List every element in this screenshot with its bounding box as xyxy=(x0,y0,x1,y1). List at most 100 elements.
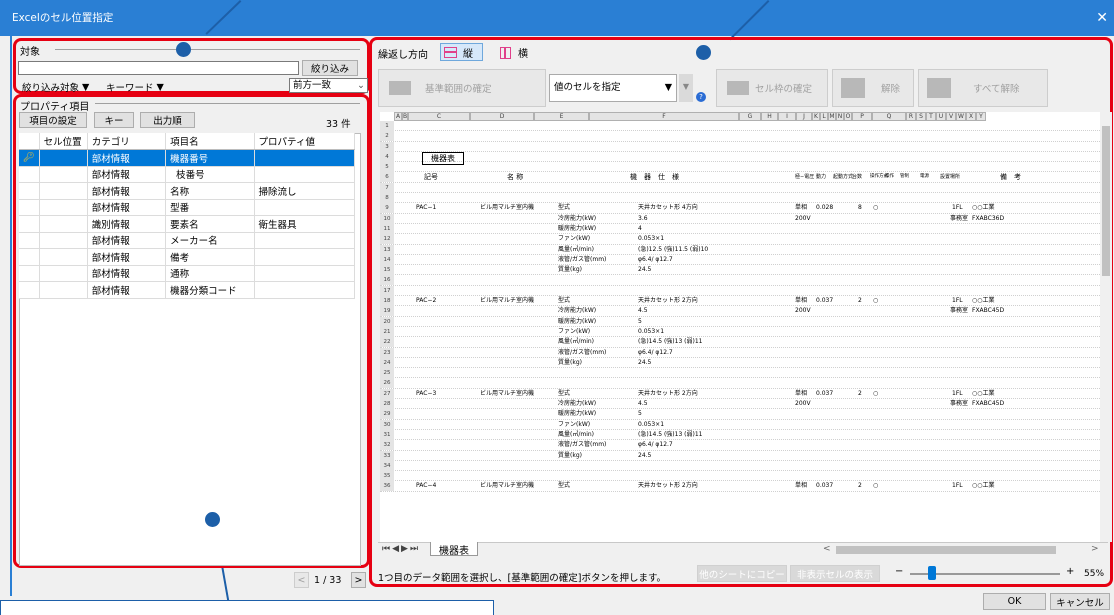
horizontal-toggle[interactable]: 横 xyxy=(500,45,528,60)
zoom-in-icon[interactable]: + xyxy=(1066,566,1074,577)
table-row[interactable]: 部材情報 型番 xyxy=(19,199,356,216)
sheet-cell: ファン(kW) xyxy=(558,235,591,243)
sheet-cell: 天井カセット形 4方向 xyxy=(638,204,698,212)
filter-target-dropdown[interactable]: 絞り込み対象 ▼ xyxy=(22,80,89,95)
sheet-cell: 2 xyxy=(858,389,862,397)
sheet-cell: 事務室 xyxy=(950,400,969,408)
sheet-cell: 天井カセット形 2方向 xyxy=(638,482,698,490)
prev-page-button[interactable]: < xyxy=(294,572,309,588)
sheet-row: 6 記号名 称機 器 仕 様極−電圧 動力 起動方式 台数 操作方式 操作 管制 電源 設置場所備… xyxy=(380,172,1100,183)
sheet-tab[interactable]: 機器表 xyxy=(430,542,478,557)
ok-button[interactable]: OK xyxy=(983,593,1046,610)
sheet-row: 21 ファン(kW) 0.053×1 xyxy=(380,326,1100,338)
target-input[interactable] xyxy=(18,61,299,75)
column-header: I xyxy=(778,112,796,121)
row-number: 19 xyxy=(380,306,394,317)
row-number: 29 xyxy=(380,409,394,420)
sheet-cell: 液管/ガス管(mm) xyxy=(558,348,607,356)
row-number: 25 xyxy=(380,368,394,379)
horizontal-scrollbar[interactable] xyxy=(836,546,1056,554)
filter-button[interactable]: 絞り込み xyxy=(302,60,358,76)
item-name: 要素名 xyxy=(165,215,255,233)
table-header[interactable]: プロパティ値 xyxy=(254,133,356,150)
output-order-button[interactable]: 出力順 xyxy=(140,112,195,128)
table-header[interactable]: 項目名 xyxy=(165,133,255,150)
match-mode-select[interactable]: 前方一致 ⌄ xyxy=(289,78,368,93)
callout-marker xyxy=(176,42,191,57)
sheet-row: 18 PAC−2 ビル用マルチ室内機 型式 天井カセット形 2方向 単相 0.037 2 ○ 1F… xyxy=(380,296,1100,307)
next-page-button[interactable]: > xyxy=(351,572,366,588)
table-row[interactable]: 部材情報 枝番号 xyxy=(19,166,356,183)
category: 部材情報 xyxy=(87,199,167,216)
sheet-cell: 0.053×1 xyxy=(638,327,665,335)
sheet-row: 33 質量(kg) 24.5 xyxy=(380,450,1100,461)
cell-position xyxy=(39,248,88,266)
sheet-cell: ○○工業 xyxy=(972,297,995,305)
show-hidden-cells-button[interactable]: 非表示セルの表示 xyxy=(790,565,880,582)
table-row[interactable]: 🔑︎ 部材情報 機器番号 xyxy=(19,149,356,167)
sheet-tab-bar: ⏮◀▶⏭ 機器表 < > xyxy=(378,542,1108,557)
cancel-button[interactable]: キャンセル xyxy=(1050,593,1110,610)
sheet-row: 12 ファン(kW) 0.053×1 xyxy=(380,234,1100,245)
sheet-row: 3 xyxy=(380,141,1100,152)
title-bar: Excelのセル位置指定 ✕ xyxy=(0,0,1114,36)
sheet-cell: 質量(kg) xyxy=(558,358,582,366)
sheet-nav-icons[interactable]: ⏮◀▶⏭ xyxy=(382,544,420,554)
sheet-row: 7 xyxy=(380,182,1100,194)
callout-marker xyxy=(696,45,711,60)
table-header[interactable]: カテゴリ xyxy=(87,133,167,150)
sheet-cell: ○ xyxy=(873,389,879,397)
sheet-cell: φ6.4/ φ12.7 xyxy=(638,348,673,356)
table-row[interactable]: 部材情報 機器分類コード xyxy=(19,281,356,299)
cell-value-select[interactable]: 値のセルを指定 ▼ xyxy=(549,74,677,102)
sheet-cell: 型式 xyxy=(558,482,571,490)
keyword-label: キーワード xyxy=(106,83,154,94)
sheet-cell: 1FL xyxy=(952,482,963,490)
sheet-cell: 200V xyxy=(795,400,811,408)
table-row[interactable]: 部材情報 通称 xyxy=(19,265,356,282)
release-button[interactable]: 解除 xyxy=(832,69,914,107)
cell-position xyxy=(39,215,88,233)
table-row[interactable]: 識別情報 要素名 衛生器具 xyxy=(19,215,356,233)
sheet-cell: 起動方式 xyxy=(833,174,854,181)
dropdown-arrow-icon[interactable]: ▼ xyxy=(679,74,693,102)
callout-marker xyxy=(205,512,220,527)
table-header xyxy=(19,133,40,150)
spreadsheet-preview[interactable]: ABCDEFGHIJKLMNOPQRSTUVWXY 1 2 3 4 機器表 5 6 記号名 称… xyxy=(380,112,1100,542)
sheet-row: 15 質量(kg) 24.5 xyxy=(380,265,1100,276)
table-row[interactable]: 部材情報 備考 xyxy=(19,248,356,266)
sheet-cell: 冷房能力(kW) xyxy=(558,214,597,222)
vertical-toggle[interactable]: 縦 xyxy=(440,43,483,61)
keyword-dropdown[interactable]: キーワード ▼ xyxy=(106,80,164,95)
column-header: J xyxy=(796,112,812,121)
column-header: F xyxy=(589,112,739,121)
zoom-out-icon[interactable]: − xyxy=(895,566,903,577)
close-icon[interactable]: ✕ xyxy=(1096,0,1108,36)
confirm-cell-frame-button[interactable]: セル枠の確定 xyxy=(716,69,828,107)
help-icon[interactable]: ? xyxy=(696,92,706,102)
sheet-cell: 事務室 xyxy=(950,307,969,315)
item-settings-button[interactable]: 項目の設定 xyxy=(19,112,87,128)
table-header[interactable]: セル位置 xyxy=(39,133,88,150)
row-number: 15 xyxy=(380,265,394,276)
vertical-scrollbar[interactable] xyxy=(1100,112,1112,542)
row-number: 36 xyxy=(380,481,394,492)
column-header: X xyxy=(966,112,976,121)
zoom-slider-thumb[interactable] xyxy=(928,566,936,580)
filter-target-label: 絞り込み対象 xyxy=(22,83,80,94)
property-value xyxy=(254,166,356,183)
key-button[interactable]: キー xyxy=(94,112,134,128)
sheet-cell: 電源 xyxy=(920,174,929,180)
row-number: 1 xyxy=(380,121,394,131)
scroll-right-icon[interactable]: > xyxy=(1091,544,1099,554)
item-name: 備考 xyxy=(165,248,255,266)
table-row[interactable]: 部材情報 名称 掃除流し xyxy=(19,182,356,200)
release-all-button[interactable]: すべて解除 xyxy=(918,69,1048,107)
copy-other-sheet-button[interactable]: 他のシートにコピー xyxy=(697,565,787,582)
confirm-range-button[interactable]: 基準範囲の確定 xyxy=(378,69,546,107)
scrollbar-thumb[interactable] xyxy=(1102,126,1110,276)
table-row[interactable]: 部材情報 メーカー名 xyxy=(19,232,356,249)
sheet-cell: 0.028 xyxy=(816,204,834,212)
scroll-left-icon[interactable]: < xyxy=(823,544,831,554)
column-header: G xyxy=(739,112,761,121)
